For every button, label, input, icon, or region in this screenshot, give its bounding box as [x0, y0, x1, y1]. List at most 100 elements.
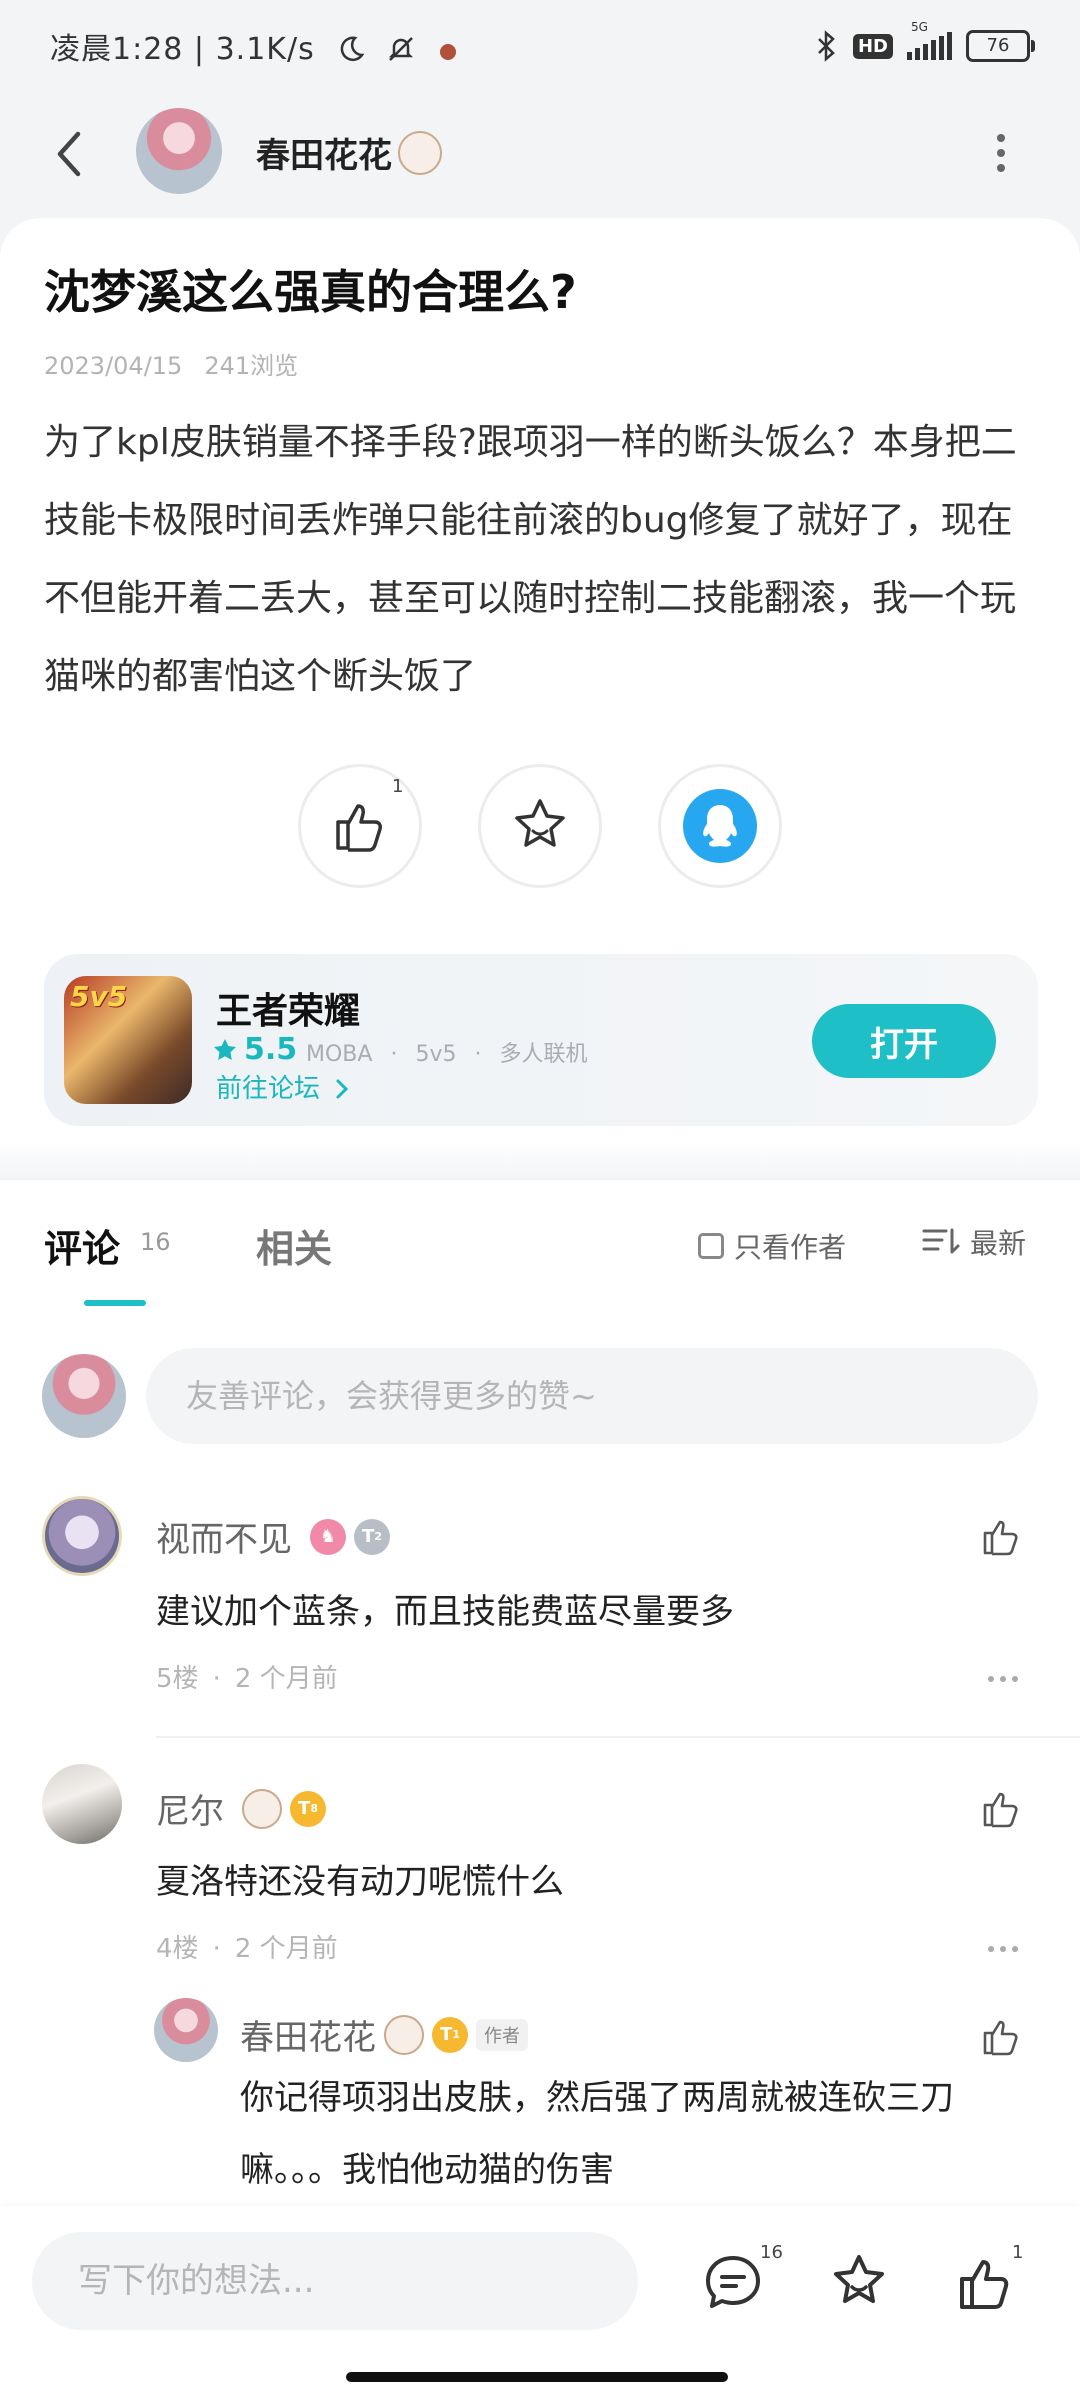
- meta-separator: ·: [212, 1934, 221, 1964]
- signal-group: 5G: [907, 20, 952, 60]
- game-icon[interactable]: 5v5: [64, 976, 192, 1104]
- author-name: 春田花花: [256, 136, 392, 176]
- forum-link-label: 前往论坛: [216, 1074, 321, 1104]
- status-bar: 凌晨1:28 | 3.1K/s HD 5G 76: [0, 0, 1080, 92]
- post-title: 沈梦溪这么强真的合理么?: [44, 265, 577, 319]
- sort-icon: [922, 1228, 960, 1254]
- chevron-right-icon: [336, 1079, 349, 1099]
- active-tab-indicator: [84, 1300, 146, 1306]
- reply-author-name[interactable]: 春田花花: [240, 2010, 376, 2059]
- status-net-speed: 3.1K/s: [215, 32, 315, 67]
- app-notification-icon: [440, 44, 457, 60]
- game-icon-text: 5v5: [70, 980, 128, 1013]
- favorite-button[interactable]: [478, 764, 602, 888]
- comment-header: 视而不见 ♞ T2: [156, 1512, 390, 1561]
- tab-comments-count: 16: [140, 1228, 171, 1256]
- author-only-toggle[interactable]: 只看作者: [698, 1226, 846, 1266]
- comment-text: 建议加个蓝条，而且技能费蓝尽量要多: [156, 1592, 734, 1632]
- star-icon: [515, 799, 565, 847]
- qq-icon: [683, 789, 757, 863]
- comment-like-icon[interactable]: [980, 1786, 1024, 1830]
- post-date: 2023/04/15: [44, 352, 183, 380]
- medal-icon: ♞: [310, 1518, 346, 1555]
- level-number: 1: [452, 2028, 460, 2041]
- status-left: 凌晨1:28 | 3.1K/s: [50, 24, 457, 68]
- comment-input[interactable]: [146, 1348, 1038, 1444]
- post-views: 241浏览: [204, 352, 299, 380]
- author-name-row[interactable]: 春田花花: [256, 128, 442, 177]
- game-tags: MOBA · 5v5 · 多人联机: [306, 1036, 605, 1068]
- like-count: 1: [1012, 2242, 1024, 2263]
- game-rating: 5.5: [212, 1032, 297, 1067]
- reply-like-icon[interactable]: [980, 2014, 1024, 2058]
- signal-icon: [907, 32, 952, 60]
- comment-bubble-icon[interactable]: [702, 2252, 764, 2314]
- game-tag: MOBA: [306, 1042, 373, 1067]
- write-thought-input[interactable]: [32, 2232, 638, 2330]
- comment-meta: 5楼 · 2 个月前: [156, 1658, 338, 1695]
- comment-count: 16: [760, 2242, 783, 2263]
- reply-header: 春田花花 T1 作者: [240, 2010, 528, 2059]
- level-badge: T1: [432, 2016, 468, 2053]
- share-qq-button[interactable]: [658, 764, 782, 888]
- reply-avatar[interactable]: [154, 1998, 218, 2062]
- author-avatar[interactable]: [136, 108, 222, 194]
- tab-comments[interactable]: 评论: [44, 1218, 120, 1273]
- medal-icon: [242, 1788, 282, 1829]
- bluetooth-icon: [818, 30, 835, 62]
- comment-more-icon[interactable]: [986, 1674, 1020, 1684]
- my-avatar: [42, 1354, 126, 1438]
- comment-like-icon[interactable]: [980, 1514, 1024, 1558]
- comment-time: 2 个月前: [234, 1934, 338, 1964]
- reply-text-line2: 嘛。。。我怕他动猫的伤害: [240, 2150, 614, 2190]
- comment-text: 夏洛特还没有动刀呢慌什么: [156, 1862, 564, 1902]
- comment-floor: 5楼: [156, 1664, 199, 1694]
- game-tag: 多人联机: [499, 1042, 588, 1067]
- author-badge-icon: [398, 130, 442, 175]
- commenter-name[interactable]: 视而不见: [156, 1512, 292, 1561]
- tab-related[interactable]: 相关: [256, 1218, 332, 1273]
- game-tag-separator: ·: [390, 1042, 398, 1067]
- network-type: 5G: [911, 20, 928, 34]
- comment-time: 2 个月前: [234, 1664, 338, 1694]
- comment-meta: 4楼 · 2 个月前: [156, 1928, 338, 1965]
- home-indicator: [346, 2372, 728, 2382]
- comment-divider: [156, 1736, 1080, 1738]
- back-icon[interactable]: [50, 128, 90, 180]
- battery-level: 76: [986, 35, 1010, 56]
- hd-badge: HD: [852, 33, 893, 59]
- rating-star-icon: [214, 1038, 236, 1060]
- moon-icon: [340, 36, 365, 62]
- level-badge: T2: [354, 1518, 390, 1555]
- author-only-label: 只看作者: [734, 1231, 847, 1264]
- mute-bell-icon: [388, 37, 413, 61]
- status-separator: |: [193, 32, 216, 67]
- post-body: 为了kpl皮肤销量不择手段?跟项羽一样的断头饭么？本身把二技能卡极限时间丢炸弹只…: [44, 422, 1017, 697]
- author-only-checkbox[interactable]: [698, 1233, 724, 1259]
- game-tag-separator: ·: [474, 1042, 482, 1067]
- post-like-count: 1: [392, 776, 404, 797]
- commenter-avatar[interactable]: [42, 1496, 122, 1576]
- sort-control[interactable]: 最新: [922, 1222, 1026, 1262]
- author-tag: 作者: [476, 2018, 528, 2051]
- forum-link[interactable]: 前往论坛: [216, 1068, 350, 1105]
- thumbs-up-icon[interactable]: [956, 2252, 1018, 2314]
- comment-floor: 4楼: [156, 1934, 199, 1964]
- comment-header: 尼尔 T8: [156, 1784, 326, 1833]
- reply-text-line1: 你记得项羽出皮肤，然后强了两周就被连砍三刀: [240, 2078, 954, 2118]
- meta-separator: ·: [212, 1664, 221, 1694]
- sort-label: 最新: [970, 1227, 1027, 1260]
- open-game-button[interactable]: 打开: [812, 1004, 996, 1078]
- status-right: HD 5G 76: [815, 20, 1035, 68]
- star-icon[interactable]: [828, 2252, 890, 2314]
- thumbs-up-icon: [336, 804, 382, 852]
- status-time: 凌晨1:28: [50, 32, 184, 67]
- level-number: 8: [310, 1802, 318, 1815]
- level-badge: T8: [290, 1790, 326, 1827]
- game-name: 王者荣耀: [216, 991, 361, 1032]
- commenter-name[interactable]: 尼尔: [156, 1784, 224, 1833]
- more-vertical-icon[interactable]: [986, 128, 1016, 178]
- battery-icon: 76: [966, 30, 1035, 62]
- comment-more-icon[interactable]: [986, 1944, 1020, 1954]
- commenter-avatar[interactable]: [42, 1764, 122, 1844]
